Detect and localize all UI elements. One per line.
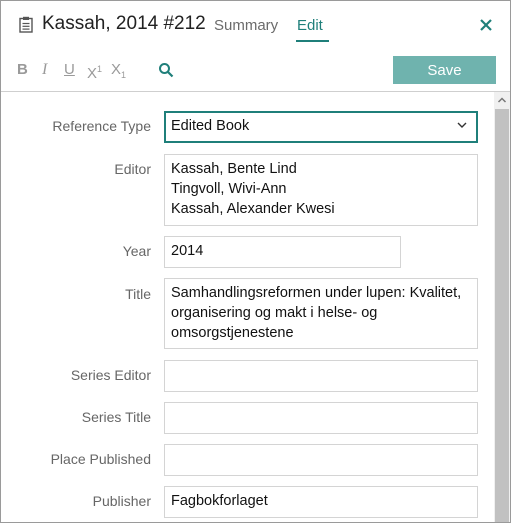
search-icon[interactable]: [158, 62, 174, 78]
series-title-label: Series Title: [81, 409, 151, 425]
panel-header: Kassah, 2014 #212 Summary Edit B I U X1 …: [1, 1, 510, 92]
superscript-mark: 1: [97, 64, 103, 74]
reference-type-value: Edited Book: [171, 118, 250, 134]
clipboard-icon: [19, 16, 33, 33]
active-tab-indicator: [296, 40, 329, 42]
editor-line: Kassah, Alexander Kwesi: [171, 201, 335, 217]
subscript-mark: 1: [121, 70, 127, 80]
chevron-down-icon: [457, 122, 467, 128]
series-editor-label: Series Editor: [70, 367, 151, 383]
title-field[interactable]: Samhandlingsreformen under lupen: Kvalit…: [164, 278, 478, 349]
editor-field[interactable]: Kassah, Bente Lind Tingvoll, Wivi-Ann Ka…: [164, 154, 478, 226]
publisher-label: Publisher: [92, 493, 151, 509]
italic-button[interactable]: I: [42, 61, 47, 78]
reference-type-select[interactable]: Edited Book: [164, 111, 478, 143]
publisher-field[interactable]: Fagbokforlaget: [164, 486, 478, 518]
series-title-field[interactable]: [164, 402, 478, 434]
scrollbar-thumb[interactable]: [495, 109, 509, 522]
year-value: 2014: [171, 243, 204, 259]
reference-type-label: Reference Type: [52, 118, 151, 134]
year-field[interactable]: 2014: [164, 236, 401, 268]
year-label: Year: [122, 243, 151, 259]
reference-editor-panel: Kassah, 2014 #212 Summary Edit B I U X1 …: [0, 0, 511, 523]
save-button[interactable]: Save: [393, 56, 496, 84]
underline-button[interactable]: U: [64, 61, 75, 78]
subscript-button[interactable]: X1: [111, 61, 126, 84]
scroll-up-arrow-icon[interactable]: [494, 92, 510, 108]
place-published-label: Place Published: [50, 451, 151, 467]
bold-button[interactable]: B: [17, 61, 28, 78]
title-line: omsorgstjenestene: [171, 325, 294, 341]
superscript-base: X: [87, 65, 98, 82]
close-icon[interactable]: [477, 16, 495, 34]
superscript-button[interactable]: X1: [87, 61, 102, 82]
subscript-base: X: [111, 61, 122, 78]
publisher-value: Fagbokforlaget: [171, 493, 268, 509]
editor-label: Editor: [114, 161, 151, 177]
tab-edit[interactable]: Edit: [297, 17, 323, 34]
reference-title: Kassah, 2014 #212: [42, 13, 206, 34]
title-line: organisering og makt i helse- og: [171, 305, 378, 321]
vertical-scrollbar[interactable]: [494, 92, 510, 522]
title-line: Samhandlingsreformen under lupen: Kvalit…: [171, 285, 462, 301]
series-editor-field[interactable]: [164, 360, 478, 392]
place-published-field[interactable]: [164, 444, 478, 476]
editor-line: Tingvoll, Wivi-Ann: [171, 181, 287, 197]
editor-line: Kassah, Bente Lind: [171, 161, 297, 177]
tab-summary[interactable]: Summary: [214, 17, 278, 34]
title-label: Title: [125, 286, 151, 302]
